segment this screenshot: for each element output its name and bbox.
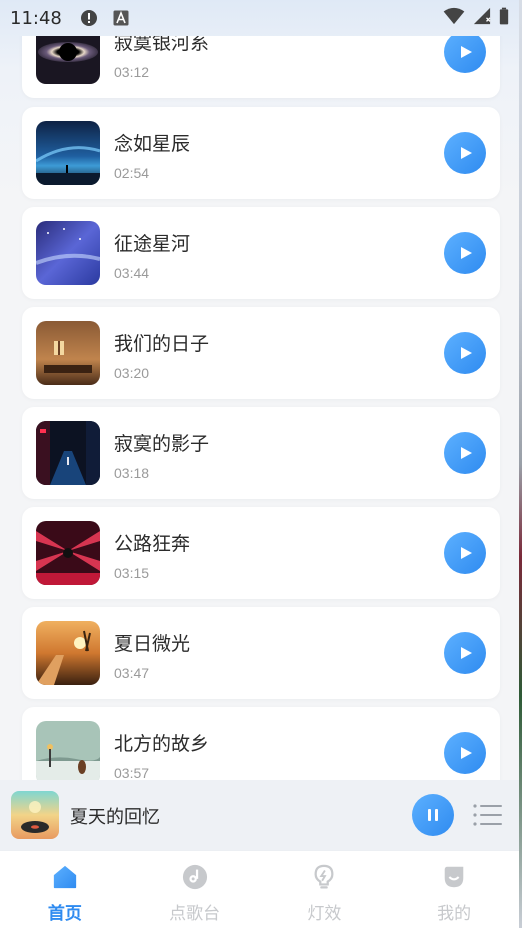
play-icon	[461, 46, 472, 58]
play-button[interactable]	[444, 36, 486, 73]
neon-alley-cover	[36, 421, 100, 485]
song-list[interactable]: 寂寞银河系 03:12 念如星辰 02:54 征途星河 03:44 我们的日子 …	[0, 36, 519, 780]
song-title: 寂寞银河系	[114, 36, 210, 54]
song-title: 北方的故乡	[114, 733, 210, 755]
status-time: 11:48	[10, 7, 62, 29]
sunset-road-cover	[36, 621, 100, 685]
battery-icon	[499, 7, 509, 29]
signal-icon	[473, 7, 491, 29]
song-card[interactable]: 公路狂奔 03:15	[22, 507, 500, 599]
song-title: 夏日微光	[114, 633, 191, 655]
snow-field-cover	[36, 721, 100, 780]
song-card[interactable]: 夏日微光 03:47	[22, 607, 500, 699]
home-icon	[51, 863, 79, 891]
profile-icon	[440, 863, 468, 891]
tab-lighting[interactable]: 灯效	[260, 851, 390, 928]
milky-way-cover	[36, 221, 100, 285]
song-duration: 03:18	[114, 465, 150, 481]
tab-label: 首页	[47, 904, 82, 924]
summer-vinyl-cover	[11, 791, 59, 839]
galaxy-ring-cover	[36, 36, 100, 84]
song-title: 寂寞的影子	[114, 433, 210, 455]
starry-night-cover	[36, 121, 100, 185]
play-button[interactable]	[444, 632, 486, 674]
play-button[interactable]	[444, 232, 486, 274]
now-playing-title: 夏天的回忆	[70, 807, 160, 828]
song-title: 公路狂奔	[114, 533, 191, 555]
play-icon	[461, 647, 472, 659]
song-card[interactable]: 寂寞银河系 03:12	[22, 36, 500, 98]
play-icon	[461, 547, 472, 559]
song-duration: 03:20	[114, 365, 150, 381]
play-button[interactable]	[444, 332, 486, 374]
song-card[interactable]: 征途星河 03:44	[22, 207, 500, 299]
song-duration: 03:57	[114, 765, 150, 780]
song-title: 我们的日子	[114, 333, 210, 355]
warm-room-cover	[36, 321, 100, 385]
pause-button[interactable]	[412, 794, 454, 836]
play-icon	[461, 147, 472, 159]
play-icon	[461, 747, 472, 759]
status-bar: 11:48	[0, 0, 519, 36]
song-duration: 03:15	[114, 565, 150, 581]
alert-icon	[80, 9, 98, 27]
tab-profile[interactable]: 我的	[389, 851, 519, 928]
bottom-tab-bar: 首页 点歌台 灯效 我的	[0, 850, 519, 928]
song-title: 念如星辰	[114, 133, 191, 155]
play-icon	[461, 247, 472, 259]
song-card[interactable]: 我们的日子 03:20	[22, 307, 500, 399]
song-card[interactable]: 念如星辰 02:54	[22, 107, 500, 199]
tab-home[interactable]: 首页	[0, 851, 130, 928]
red-tunnel-cover	[36, 521, 100, 585]
font-a-icon	[112, 9, 130, 27]
play-icon	[461, 447, 472, 459]
music-disc-icon	[181, 863, 209, 891]
tab-label: 灯效	[307, 904, 342, 924]
tab-label: 我的	[437, 904, 472, 924]
song-duration: 03:44	[114, 265, 150, 281]
wifi-icon	[443, 7, 465, 29]
play-button[interactable]	[444, 432, 486, 474]
song-duration: 03:47	[114, 665, 150, 681]
song-card[interactable]: 北方的故乡 03:57	[22, 707, 500, 780]
song-duration: 02:54	[114, 165, 150, 181]
song-title: 征途星河	[114, 233, 191, 255]
playlist-button[interactable]	[472, 800, 504, 830]
play-button[interactable]	[444, 732, 486, 774]
play-icon	[461, 347, 472, 359]
pause-icon	[428, 809, 438, 821]
play-button[interactable]	[444, 132, 486, 174]
tab-song-request[interactable]: 点歌台	[130, 851, 260, 928]
play-button[interactable]	[444, 532, 486, 574]
playlist-icon	[473, 804, 502, 826]
tab-label: 点歌台	[169, 904, 221, 924]
mini-player[interactable]: 夏天的回忆	[0, 780, 519, 850]
song-card[interactable]: 寂寞的影子 03:18	[22, 407, 500, 499]
song-duration: 03:12	[114, 64, 150, 80]
light-bulb-icon	[310, 863, 338, 891]
